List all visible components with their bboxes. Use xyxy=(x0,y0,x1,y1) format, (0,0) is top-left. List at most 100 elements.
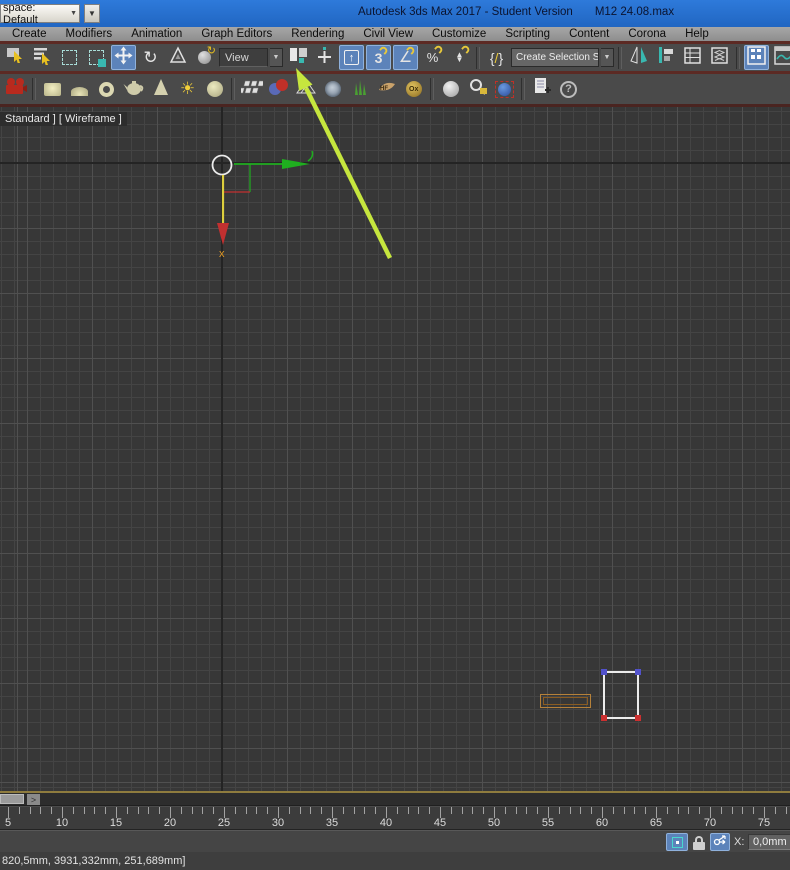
named-selection-set-combo[interactable]: Create Selection Se xyxy=(511,48,599,67)
x-coordinate-field[interactable]: 0,0mm xyxy=(748,834,790,850)
align-button[interactable] xyxy=(653,45,678,70)
grass-tool-button[interactable] xyxy=(347,77,372,102)
create-cone-button[interactable] xyxy=(148,77,173,102)
create-ring-button[interactable] xyxy=(94,77,119,102)
angle-snap-toggle-button[interactable]: ∠ xyxy=(393,45,418,70)
viewport-label[interactable]: Standard ] [ Wireframe ] xyxy=(0,112,127,126)
material-sphere-button[interactable] xyxy=(438,77,463,102)
ruler-tick-label: 55 xyxy=(542,817,554,829)
scrollbar-right-button[interactable]: > xyxy=(27,794,40,805)
create-teapot-button[interactable] xyxy=(121,77,146,102)
ruler-tick xyxy=(267,807,268,814)
magnifier-lock-icon xyxy=(468,77,488,102)
curve-editor-button[interactable] xyxy=(771,45,790,70)
grid-origin-horizontal-line xyxy=(0,162,790,164)
camera-pyramid-button[interactable] xyxy=(293,77,318,102)
new-script-button[interactable] xyxy=(529,77,554,102)
horizontal-scrollbar[interactable]: > xyxy=(0,793,790,806)
create-box-button[interactable] xyxy=(40,77,65,102)
percent-snap-icon: % xyxy=(427,51,439,64)
menu-customize[interactable]: Customize xyxy=(432,28,486,40)
toolbar-divider xyxy=(618,47,622,69)
keyboard-shortcut-override-button[interactable]: ↑ xyxy=(339,45,364,70)
menu-modifiers[interactable]: Modifiers xyxy=(66,28,113,40)
mirror-button[interactable] xyxy=(626,45,651,70)
create-sphere-button[interactable] xyxy=(202,77,227,102)
foliage-rock-button[interactable] xyxy=(320,77,345,102)
snaps-toggle-3d-button[interactable]: 3 xyxy=(366,45,391,70)
isolate-selection-icon xyxy=(672,837,683,848)
menu-civil-view[interactable]: Civil View xyxy=(363,28,413,40)
particle-array-button[interactable] xyxy=(239,77,264,102)
ruler-tick xyxy=(775,807,776,814)
move-gizmo[interactable]: x xyxy=(190,130,340,275)
selection-lock-toggle[interactable] xyxy=(692,833,706,851)
named-selection-set-arrow[interactable]: ▼ xyxy=(601,48,614,67)
sphere-primitive-icon xyxy=(207,81,223,97)
cone-icon xyxy=(152,78,170,101)
menu-graph-editors[interactable]: Graph Editors xyxy=(201,28,272,40)
hairfarm-label: HF xyxy=(380,86,388,92)
app-title: Autodesk 3ds Max 2017 - Student Version xyxy=(358,6,573,18)
vertex-selected[interactable] xyxy=(635,715,641,721)
viewport[interactable]: Standard ] [ Wireframe ] x xyxy=(0,107,790,791)
create-light-button[interactable]: ☀ xyxy=(175,77,200,102)
orange-wireframe-object[interactable] xyxy=(540,694,591,708)
select-and-scale-button[interactable] xyxy=(165,45,190,70)
menu-corona[interactable]: Corona xyxy=(628,28,666,40)
ruler-tick xyxy=(235,807,236,814)
help-button[interactable]: ? xyxy=(556,77,581,102)
sun-icon: ☀ xyxy=(180,79,195,99)
menu-scripting[interactable]: Scripting xyxy=(505,28,550,40)
menu-rendering[interactable]: Rendering xyxy=(291,28,344,40)
toggle-layer-explorer-button[interactable] xyxy=(707,45,732,70)
window-crossing-toggle-button[interactable] xyxy=(84,45,109,70)
zoom-lock-button[interactable] xyxy=(465,77,490,102)
camera-tool-button[interactable] xyxy=(3,77,28,102)
select-and-move-button[interactable] xyxy=(111,45,136,70)
edit-named-selection-sets-button[interactable]: {/} xyxy=(484,45,509,70)
vertex-unselected[interactable] xyxy=(635,669,641,675)
toolbar-divider xyxy=(430,78,434,100)
box-primitive-icon xyxy=(44,83,61,96)
percent-snap-toggle-button[interactable]: % xyxy=(420,45,445,70)
workspace-menu-button[interactable]: ▼ xyxy=(84,4,100,23)
rectangular-selection-region-button[interactable] xyxy=(57,45,82,70)
spinner-snap-toggle-button[interactable]: ▲▼ xyxy=(447,45,472,70)
ox-plugin-button[interactable]: Ox xyxy=(401,77,426,102)
menu-content[interactable]: Content xyxy=(569,28,609,40)
ruler-tick xyxy=(192,807,193,814)
use-pivot-point-center-button[interactable] xyxy=(285,45,310,70)
ruler-tick-label: 15 xyxy=(110,817,122,829)
reference-coordinate-dropdown[interactable]: View xyxy=(219,48,268,67)
menu-animation[interactable]: Animation xyxy=(131,28,182,40)
create-dome-button[interactable] xyxy=(67,77,92,102)
absolute-offset-mode-toggle[interactable] xyxy=(710,833,730,851)
reference-coordinate-dropdown-arrow[interactable]: ▼ xyxy=(270,48,283,67)
scrollbar-thumb[interactable] xyxy=(0,794,24,804)
trackbar-ruler[interactable]: 51015202530354045505560657075 xyxy=(0,806,790,830)
hairfarm-tool-button[interactable]: HF xyxy=(374,77,399,102)
selection-sphere-button[interactable] xyxy=(492,77,517,102)
isolate-selection-toggle[interactable] xyxy=(666,833,688,851)
select-and-rotate-button[interactable]: ↻ xyxy=(138,45,163,70)
select-and-place-button[interactable]: ↻ xyxy=(192,45,217,70)
ruler-tick xyxy=(51,807,52,814)
molecule-tool-button[interactable] xyxy=(266,77,291,102)
select-by-name-button[interactable] xyxy=(30,45,55,70)
select-and-manipulate-button[interactable] xyxy=(312,45,337,70)
place-arrow-icon: ↻ xyxy=(207,44,216,57)
vertex-selected[interactable] xyxy=(601,715,607,721)
toggle-ribbon-button[interactable] xyxy=(744,45,769,70)
workspace-dropdown[interactable]: space: Default ▼ xyxy=(0,4,80,23)
menu-create[interactable]: Create xyxy=(12,28,47,40)
coordinate-readout: 820,5mm, 3931,332mm, 251,689mm] xyxy=(2,855,185,867)
toggle-scene-explorer-button[interactable] xyxy=(680,45,705,70)
camera-icon xyxy=(4,77,28,102)
selected-rectangle-spline[interactable] xyxy=(603,671,639,719)
ruler-tick xyxy=(354,807,355,814)
selected-sphere-icon xyxy=(495,81,514,98)
select-object-button[interactable] xyxy=(3,45,28,70)
menu-help[interactable]: Help xyxy=(685,28,709,40)
vertex-unselected[interactable] xyxy=(601,669,607,675)
